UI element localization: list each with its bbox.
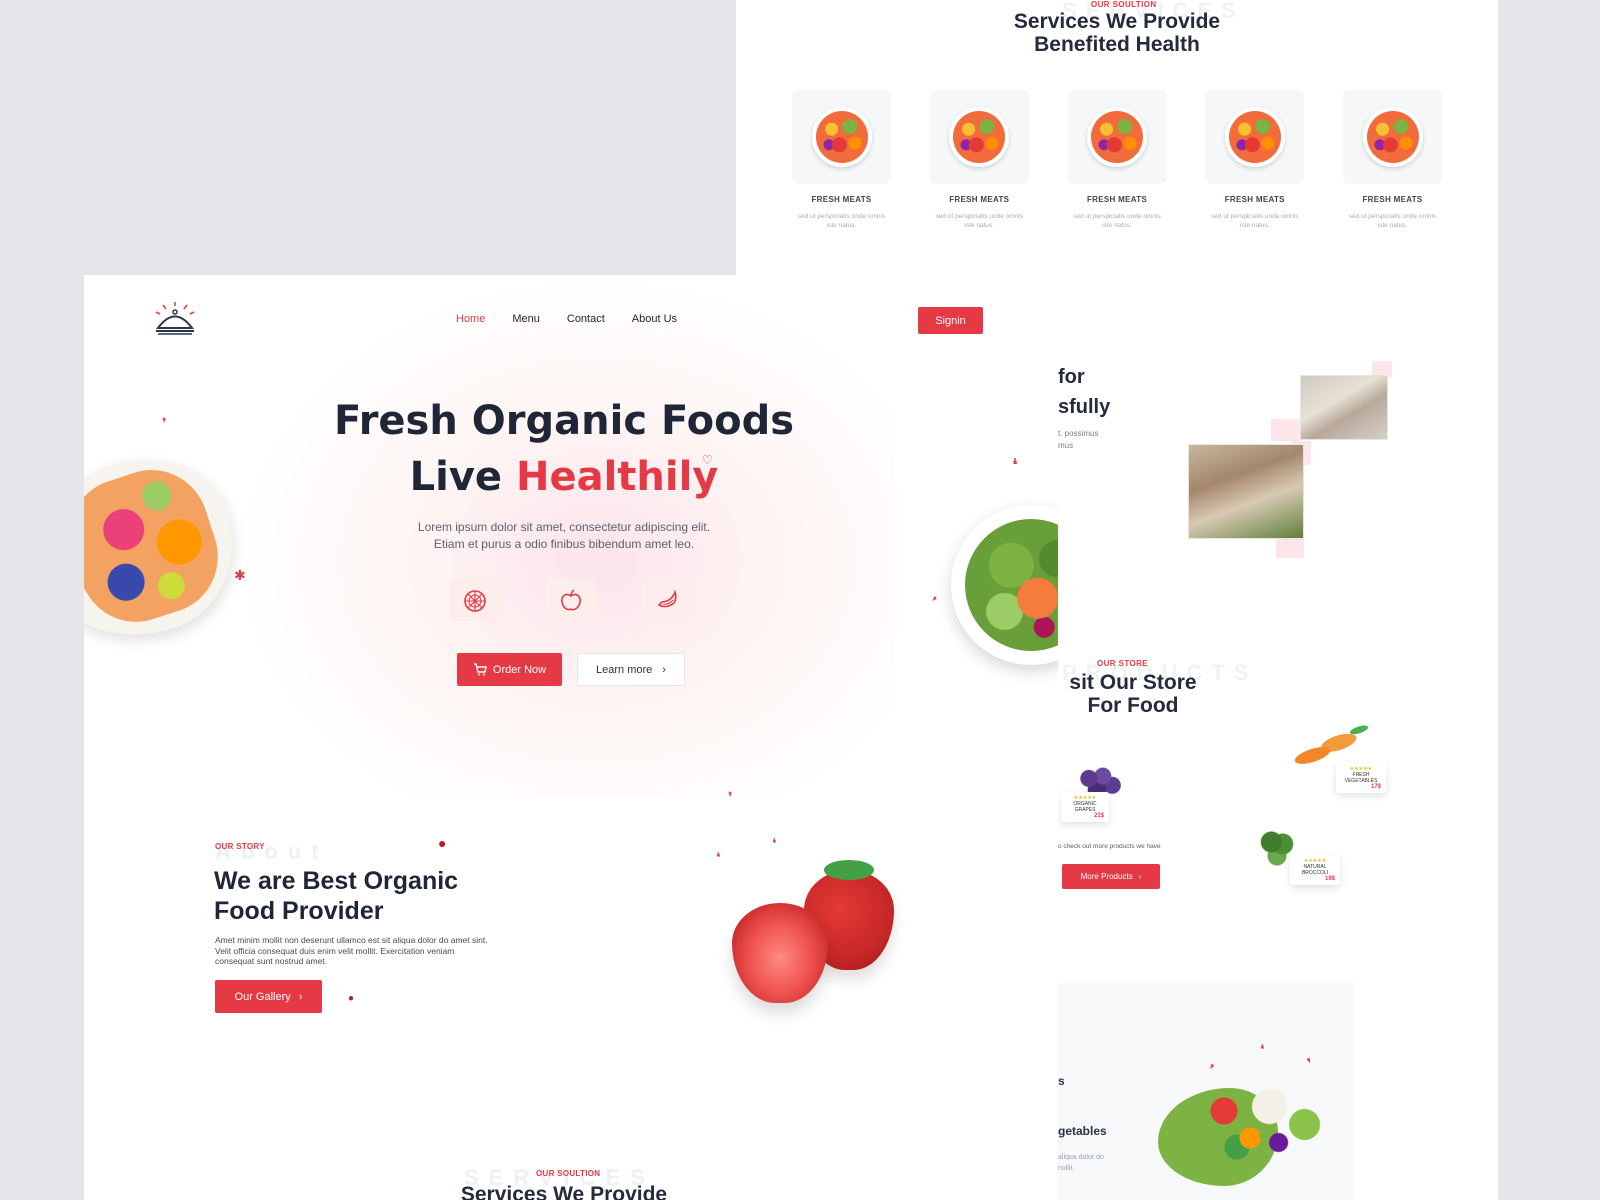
service-card[interactable]: FRESH MEATS sed ut perspiciatis unde omn… (1205, 90, 1305, 230)
product-card-broccoli[interactable]: ★★★★★ NATURAL BROCCOLI 19$ (1290, 855, 1340, 885)
heart-icon: ♡ (702, 453, 713, 467)
nav-contact[interactable]: Contact (567, 313, 605, 325)
services-preview-title: Services We Provide (460, 1183, 668, 1200)
product-price: 17$ (1370, 784, 1381, 790)
service-card[interactable]: FRESH MEATS sed ut perspiciatis unde omn… (929, 90, 1029, 230)
fruit-bowl-icon (1362, 107, 1423, 167)
service-title: FRESH MEATS (1362, 195, 1423, 204)
chevron-right-icon: › (1138, 872, 1142, 881)
cherry-icon: ● (438, 835, 447, 851)
about-desc-fragment: t. possimus mus (1058, 429, 1099, 450)
service-card[interactable]: FRESH MEATS sed ut perspiciatis unde omn… (1067, 90, 1167, 230)
story-title: We are Best Organic Food Provider (214, 867, 459, 925)
service-title: FRESH MEATS (811, 195, 872, 204)
story-eyebrow: OUR STORY (215, 842, 265, 851)
cloche-logo-icon[interactable] (154, 301, 196, 337)
service-desc: sed ut perspiciatis unde omnis iste natu… (1073, 213, 1161, 229)
banana-icon[interactable] (642, 579, 692, 621)
fruit-bowl-icon (1224, 107, 1285, 167)
fruit-plate-image (84, 434, 257, 661)
service-desc: sed ut perspiciatis unde omnis iste natu… (797, 213, 886, 229)
store-eyebrow: OUR STORE (1097, 659, 1149, 668)
order-now-button[interactable]: Order Now (457, 653, 562, 686)
vegetables-heading-fragment: s (1058, 1074, 1065, 1088)
product-card-grapes[interactable]: ★★★★★ ORGANIC GRAPES 21$ (1061, 792, 1109, 822)
services-preview-eyebrow: OUR SOULTION (536, 1169, 601, 1178)
services-title: Services We Provide Benefited Health (1013, 10, 1221, 56)
service-title: FRESH MEATS (949, 195, 1010, 204)
store-title: sit Our Store For Food (1069, 671, 1197, 717)
more-products-text: o check out more products we have (1058, 843, 1161, 850)
product-name: NATURAL BROCCOLI (1301, 864, 1329, 876)
hero-title-highlight: Healthily (515, 454, 719, 500)
salad-plate-image (951, 505, 1058, 665)
fruit-bowl-icon (811, 107, 872, 167)
product-name: ORGANIC GRAPES (1073, 801, 1097, 813)
service-card[interactable]: FRESH MEATS sed ut perspiciatis unde omn… (1343, 90, 1442, 230)
our-gallery-button[interactable]: Our Gallery › (215, 980, 322, 1013)
hero-title: Fresh Organic Foods Live Healthily (333, 398, 795, 500)
service-desc: sed ut perspiciatis unde omnis iste natu… (1348, 213, 1437, 229)
nav-about[interactable]: About Us (632, 313, 677, 325)
learn-more-button[interactable]: Learn more › (577, 653, 685, 686)
service-title: FRESH MEATS (1224, 195, 1285, 204)
service-desc: sed ut perspiciatis unde omnis iste natu… (1211, 213, 1299, 229)
front-page: Home Menu Contact About Us Signin ❜ ✱ ❛ … (84, 275, 1058, 1200)
service-title: FRESH MEATS (1086, 195, 1148, 204)
service-desc: sed ut perspiciatis unde omnis iste natu… (935, 213, 1023, 229)
strawberry-leaves (824, 860, 874, 880)
signin-button[interactable]: Signin (918, 307, 983, 334)
product-name: FRESH VEGETABLES (1344, 772, 1378, 784)
services-eyebrow: OUR SOULTION (1091, 0, 1157, 9)
service-card[interactable]: FRESH MEATS sed ut perspiciatis unde omn… (792, 90, 891, 230)
nav-menu[interactable]: Menu (512, 313, 540, 325)
nav-home[interactable]: Home (456, 313, 485, 325)
services-list: FRESH MEATS sed ut perspiciatis unde omn… (792, 90, 1442, 230)
family-cooking-photo (1188, 444, 1304, 539)
about-title-fragment: for sfully (1058, 366, 1111, 418)
cherry-icon: ● (348, 993, 355, 1004)
vegetables-title: getables (1058, 1124, 1107, 1138)
chevron-right-icon: › (298, 990, 303, 1003)
hero-category-icons (450, 579, 692, 621)
chevron-right-icon: › (662, 663, 666, 676)
orange-slice-icon[interactable] (450, 579, 500, 621)
product-price: 21$ (1093, 813, 1104, 819)
vegetables-image (1198, 1075, 1328, 1165)
product-card-vegetables[interactable]: ★★★★★ FRESH VEGETABLES 17$ (1336, 763, 1386, 793)
strawberry-half-image (732, 903, 828, 1003)
fruit-bowl-icon (949, 107, 1010, 167)
more-products-button[interactable]: More Products › (1062, 864, 1160, 889)
vegetables-desc: aliqua dolor do nollit. (1058, 1154, 1104, 1172)
main-nav: Home Menu Contact About Us (456, 313, 677, 325)
cart-icon (473, 663, 487, 676)
story-description: Amet minim mollit non deserunt ullamco e… (215, 935, 488, 966)
elderly-couple-photo (1300, 375, 1388, 440)
fruit-bowl-icon (1087, 107, 1147, 167)
product-price: 19$ (1324, 876, 1335, 882)
apple-icon[interactable] (546, 579, 596, 621)
hero-description: Lorem ipsum dolor sit amet, consectetur … (417, 520, 711, 551)
